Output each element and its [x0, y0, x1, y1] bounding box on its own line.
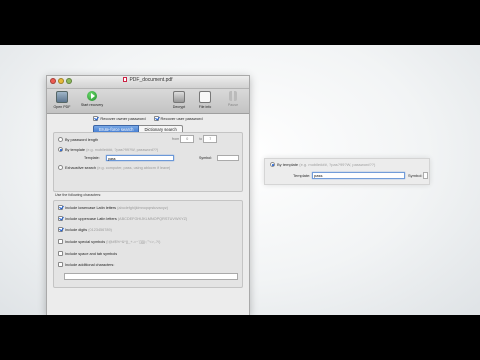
file-info-button[interactable]: File info	[192, 91, 218, 109]
pause-button[interactable]: Pause	[220, 91, 246, 107]
exhaustive-option[interactable]: Exhaustive search (e.g. computer, pass, …	[58, 165, 170, 170]
symbol-label: Symbol:	[199, 156, 212, 160]
special-option[interactable]: Include special symbols (!@#$%^&*()_+-=~…	[58, 239, 160, 244]
pause-icon	[229, 91, 237, 101]
by-template-label: By template	[65, 148, 86, 152]
by-length-label: By password length	[65, 138, 99, 142]
play-icon	[87, 91, 97, 101]
digits-hint: (0123456789)	[88, 228, 112, 232]
by-template-option[interactable]: By template (e.g. mobile###, ?pas?99?W, …	[58, 147, 158, 152]
template-label: Template:	[84, 156, 100, 160]
toolbar: Open PDF Start recovery Decrypt File inf…	[47, 89, 249, 114]
recover-user-label: Recover user password	[160, 116, 203, 121]
pdf-document-icon	[123, 77, 128, 82]
additional-label: Include additional characters:	[65, 263, 115, 267]
zoom-by-template-label: By template	[277, 162, 299, 167]
zoom-template-label: Template:	[293, 173, 311, 178]
special-label: Include special symbols	[65, 240, 106, 244]
uppercase-hint: (ABCDEFGHIJKLMNOPQRSTUVWXYZ)	[117, 217, 188, 221]
template-hint: (e.g. mobile###, ?pas?99?W, password??)	[86, 148, 159, 152]
zoom-by-template-radio	[270, 162, 275, 167]
recover-owner-checkbox[interactable]	[93, 116, 99, 121]
digits-option[interactable]: Include digits (0123456789)	[58, 227, 112, 232]
file-info-label: File info	[198, 105, 212, 109]
lowercase-hint: (abcdefghijklmnopqrstuvwxyz)	[117, 206, 168, 210]
recover-user-option[interactable]: Recover user password	[153, 116, 203, 121]
zoomed-template-detail: By template (e.g. mobile###, ?pas?99?W, …	[264, 158, 430, 185]
open-pdf-button[interactable]: Open PDF	[49, 91, 75, 109]
recover-owner-option[interactable]: Recover owner password	[93, 116, 146, 121]
search-options-group: By password length from 0 to 7 By templa…	[53, 132, 243, 192]
exhaustive-hint: (e.g. computer, pass, using ablocm if le…	[97, 166, 171, 170]
exhaustive-label: Exhaustive search	[65, 166, 97, 170]
decrypt-label: Decrypt	[172, 105, 186, 109]
special-hint: (!@#$%^&*()_+-=~`[]{}|:;"'<>,.?/)	[106, 240, 161, 244]
exhaustive-radio[interactable]	[58, 165, 63, 170]
window-title: PDF_document.pdf	[47, 77, 249, 83]
length-range: from 0 to 7	[172, 135, 218, 143]
video-frame: PDF_document.pdf Open PDF Start recovery…	[0, 45, 480, 315]
uppercase-label: Include uppercase Latin letters	[65, 217, 117, 221]
recovery-options: Recover owner password Recover user pass…	[47, 116, 249, 121]
zoom-symbol-input	[423, 172, 428, 179]
by-length-option[interactable]: By password length	[58, 137, 98, 142]
length-to-field[interactable]: 7	[203, 135, 218, 143]
app-window: PDF_document.pdf Open PDF Start recovery…	[46, 75, 250, 315]
additional-checkbox[interactable]	[58, 262, 63, 267]
start-recovery-label: Start recovery	[80, 103, 104, 107]
lowercase-option[interactable]: Include lowercase Latin letters (abcdefg…	[58, 205, 168, 210]
space-label: Include space and tab symbols	[65, 252, 118, 256]
window-title-text: PDF_document.pdf	[129, 77, 173, 83]
lowercase-checkbox[interactable]	[58, 205, 63, 210]
special-checkbox[interactable]	[58, 239, 63, 244]
start-recovery-button[interactable]: Start recovery	[79, 91, 105, 107]
open-folder-icon	[56, 91, 68, 103]
recover-owner-label: Recover owner password	[100, 116, 146, 121]
zoom-symbol-label: Symbol:	[408, 173, 423, 178]
charset-group: Include lowercase Latin letters (abcdefg…	[53, 200, 243, 288]
space-option[interactable]: Include space and tab symbols	[58, 251, 117, 256]
length-from-field[interactable]: 0	[180, 135, 195, 143]
zoom-by-template-option: By template (e.g. mobile###, ?pas?99?W, …	[270, 162, 375, 167]
additional-option[interactable]: Include additional characters:	[58, 262, 114, 267]
digits-checkbox[interactable]	[58, 227, 63, 232]
decrypt-button[interactable]: Decrypt	[166, 91, 192, 109]
uppercase-checkbox[interactable]	[58, 216, 63, 221]
by-template-radio[interactable]	[58, 147, 63, 152]
template-input[interactable]: pass	[106, 155, 174, 161]
uppercase-option[interactable]: Include uppercase Latin letters (ABCDEFG…	[58, 216, 187, 221]
recover-user-checkbox[interactable]	[153, 116, 159, 121]
lowercase-label: Include lowercase Latin letters	[65, 206, 117, 210]
zoom-template-input: pass	[312, 172, 405, 179]
digits-label: Include digits	[65, 228, 88, 232]
title-bar: PDF_document.pdf	[47, 76, 249, 89]
zoom-template-hint: (e.g. mobile###, ?pas?99?W, password??)	[299, 162, 376, 167]
document-info-icon	[199, 91, 211, 103]
space-checkbox[interactable]	[58, 251, 63, 256]
open-pdf-label: Open PDF	[53, 105, 71, 109]
from-label: from	[172, 136, 180, 141]
charset-title: Use the following characters:	[55, 193, 102, 197]
additional-chars-input[interactable]	[64, 273, 238, 280]
lock-icon	[173, 91, 185, 103]
symbol-input[interactable]	[217, 155, 239, 161]
by-length-radio[interactable]	[58, 137, 63, 142]
pause-label: Pause	[227, 103, 239, 107]
to-label: to	[199, 136, 203, 141]
